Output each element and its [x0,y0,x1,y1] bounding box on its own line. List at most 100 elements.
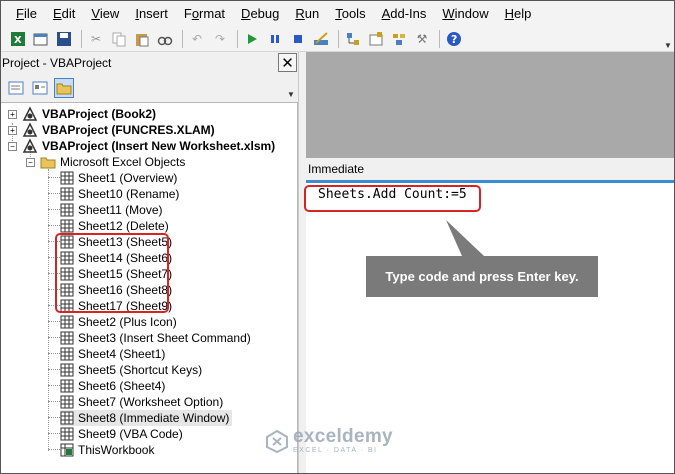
tree-item-sheet[interactable]: Sheet6 (Sheet4) [60,378,165,394]
toggle-folders-icon[interactable] [54,78,74,98]
tree-item-sheet[interactable]: Sheet12 (Delete) [60,218,169,234]
tree-item-project[interactable]: VBAProject (Book2) [22,106,156,122]
immediate-window-title: Immediate [306,158,675,183]
design-mode-icon[interactable] [311,29,331,49]
worksheet-icon [60,379,74,393]
tree-item-project[interactable]: VBAProject (Insert New Worksheet.xlsm) [22,138,275,154]
toolbar-divider [81,30,82,48]
toolbox-icon[interactable]: ⚒ [412,29,432,49]
tree-item-label: Microsoft Excel Objects [60,155,186,169]
help-icon[interactable]: ? [444,29,464,49]
pane-toolbar-options-icon[interactable]: ▼ [284,77,298,99]
menu-file[interactable]: File [8,0,45,27]
project-pane-title: Project - VBAProject [0,52,298,74]
tree-item-workbook[interactable]: ThisWorkbook [60,442,154,458]
tree-item-label: Sheet2 (Plus Icon) [78,315,177,329]
tree-item-sheet[interactable]: Sheet9 (VBA Code) [60,426,183,442]
menu-window[interactable]: Window [434,0,496,27]
project-tree: + VBAProject (Book2) + VBAProject (FUNCR… [0,102,298,474]
tree-item-label: Sheet1 (Overview) [78,171,178,185]
expand-icon[interactable]: + [8,110,17,119]
menu-add-ins[interactable]: Add-Ins [374,0,435,27]
worksheet-icon [60,187,74,201]
cut-icon[interactable]: ✂ [86,29,106,49]
collapse-icon[interactable]: − [26,158,35,167]
tree-item-label: Sheet11 (Move) [78,203,163,217]
menu-tools[interactable]: Tools [327,0,373,27]
menu-help[interactable]: Help [497,0,540,27]
tree-item-label: Sheet7 (Worksheet Option) [78,395,224,409]
break-icon[interactable] [265,29,285,49]
highlight-box [55,233,169,313]
redo-icon[interactable]: ↷ [210,29,230,49]
tree-item-project[interactable]: VBAProject (FUNCRES.XLAM) [22,122,215,138]
tree-item-label: Sheet10 (Rename) [78,187,180,201]
properties-window-icon[interactable] [366,29,386,49]
toolbar-options-icon[interactable]: ▼ [661,28,675,50]
save-icon[interactable] [54,29,74,49]
tree-item-sheet[interactable]: Sheet11 (Move) [60,202,163,218]
menu-debug[interactable]: Debug [233,0,287,27]
exceldemy-watermark: exceldemy EXCEL · DATA · BI [265,427,393,455]
tree-item-sheet[interactable]: Sheet7 (Worksheet Option) [60,394,223,410]
tree-item-label: VBAProject (Insert New Worksheet.xlsm) [42,139,276,153]
tree-item-label: Sheet8 (Immediate Window) [78,411,230,425]
view-code-icon[interactable] [6,78,26,98]
menu-format[interactable]: Format [176,0,233,27]
insert-module-icon[interactable] [31,29,51,49]
tree-item-folder[interactable]: Microsoft Excel Objects [40,154,185,170]
worksheet-icon [60,395,74,409]
tree-item-sheet[interactable]: Sheet3 (Insert Sheet Command) [60,330,251,346]
vba-project-icon [22,138,38,153]
tree-item-sheet[interactable]: Sheet4 (Sheet1) [60,346,165,362]
menu-view[interactable]: View [83,0,127,27]
code-highlight-box [304,185,481,212]
worksheet-icon [60,315,74,329]
excel-view-icon[interactable]: X [8,29,28,49]
collapse-icon[interactable]: − [8,142,17,151]
tree-item-label: Sheet4 (Sheet1) [78,347,166,361]
tree-item-sheet[interactable]: Sheet8 (Immediate Window) [60,410,233,426]
worksheet-icon [60,363,74,377]
tree-item-sheet[interactable]: Sheet1 (Overview) [60,170,177,186]
project-pane-toolbar: ▼ [0,74,298,102]
run-icon[interactable] [242,29,262,49]
folder-icon [40,157,56,169]
worksheet-icon [60,219,74,233]
tree-item-sheet[interactable]: Sheet10 (Rename) [60,186,179,202]
project-explorer-icon[interactable] [343,29,363,49]
code-area [306,52,675,158]
toolbar-divider [439,30,440,48]
close-icon[interactable]: ✕ [278,53,297,72]
worksheet-icon [60,171,74,185]
undo-icon[interactable]: ↶ [187,29,207,49]
vba-project-icon [22,106,38,121]
tree-item-sheet[interactable]: Sheet2 (Plus Icon) [60,314,177,330]
object-browser-icon[interactable] [389,29,409,49]
expand-icon[interactable]: + [8,126,17,135]
view-object-icon[interactable] [30,78,50,98]
svg-text:X: X [14,35,22,46]
copy-icon[interactable] [109,29,129,49]
menu-edit[interactable]: Edit [45,0,83,27]
paste-icon[interactable] [132,29,152,49]
tree-item-label: Sheet6 (Sheet4) [78,379,166,393]
tree-item-label: ThisWorkbook [78,443,155,457]
tree-item-label: VBAProject (FUNCRES.XLAM) [42,123,215,137]
tree-item-label: Sheet9 (VBA Code) [78,427,183,441]
worksheet-icon [60,347,74,361]
splitter[interactable] [298,52,306,474]
menu-insert[interactable]: Insert [127,0,176,27]
find-icon[interactable] [155,29,175,49]
tree-item-sheet[interactable]: Sheet5 (Shortcut Keys) [60,362,202,378]
reset-icon[interactable] [288,29,308,49]
exceldemy-logo-icon [266,429,288,453]
tree-item-label: Sheet3 (Insert Sheet Command) [78,331,251,345]
menu-run[interactable]: Run [287,0,327,27]
vba-project-icon [22,122,38,137]
tree-item-label: Sheet5 (Shortcut Keys) [78,363,203,377]
toolbar-divider [182,30,183,48]
menu-bar: File Edit View Insert Format Debug Run T… [0,0,675,27]
tree-item-label: Sheet12 (Delete) [78,219,169,233]
callout-text: Type code and press Enter key. [366,256,598,297]
